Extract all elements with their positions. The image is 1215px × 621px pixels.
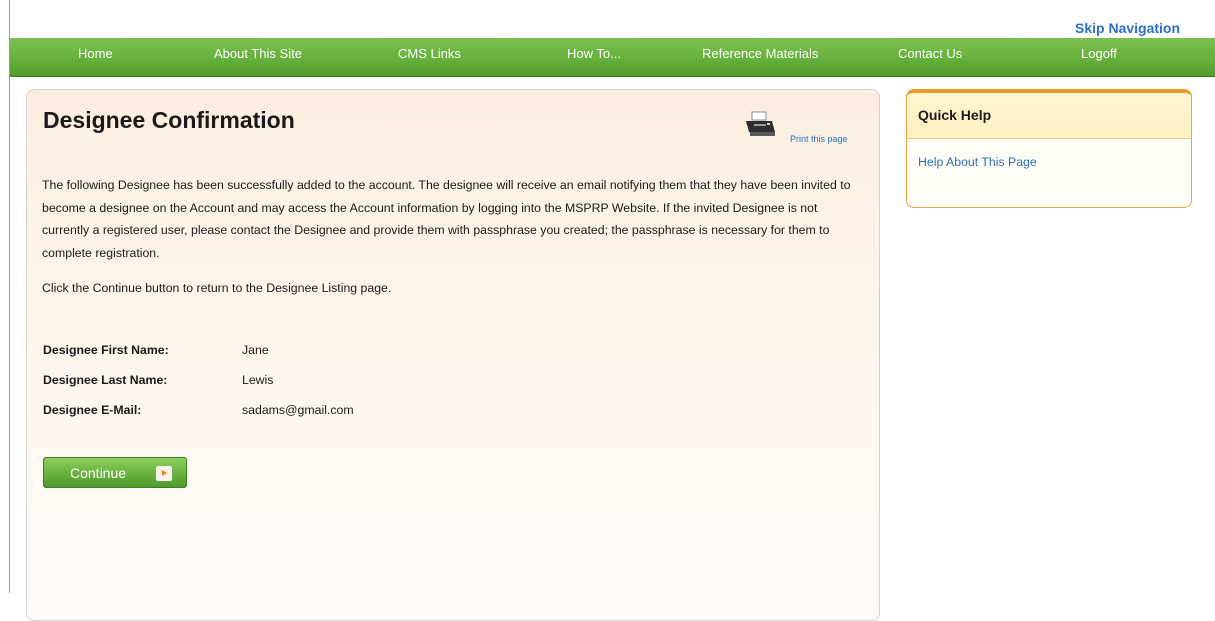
print-page-link[interactable]: Print this page bbox=[790, 134, 848, 144]
last-name-label: Designee Last Name: bbox=[43, 373, 168, 387]
email-value: sadams@gmail.com bbox=[242, 403, 354, 417]
nav-cms-links[interactable]: CMS Links bbox=[398, 46, 461, 61]
nav-reference-materials[interactable]: Reference Materials bbox=[702, 46, 818, 61]
printer-icon[interactable] bbox=[743, 110, 777, 138]
first-name-value: Jane bbox=[242, 343, 269, 357]
nav-how-to[interactable]: How To... bbox=[567, 46, 621, 61]
main-content-panel: Designee Confirmation Print this page Th… bbox=[26, 89, 880, 621]
quick-help-panel: Quick Help Help About This Page bbox=[906, 89, 1192, 208]
nav-home[interactable]: Home bbox=[78, 46, 113, 61]
quick-help-header: Quick Help bbox=[907, 93, 1191, 139]
nav-about-this-site[interactable]: About This Site bbox=[214, 46, 302, 61]
last-name-value: Lewis bbox=[242, 373, 274, 387]
top-navigation-bar: Home About This Site CMS Links How To...… bbox=[10, 38, 1215, 77]
first-name-label: Designee First Name: bbox=[43, 343, 169, 357]
help-about-this-page-link[interactable]: Help About This Page bbox=[918, 155, 1037, 169]
page-left-border bbox=[9, 0, 10, 593]
continue-instruction: Click the Continue button to return to t… bbox=[42, 281, 392, 295]
continue-button-label: Continue bbox=[70, 465, 127, 481]
nav-contact-us[interactable]: Contact Us bbox=[898, 46, 962, 61]
continue-button[interactable]: Continue bbox=[43, 457, 187, 488]
quick-help-title: Quick Help bbox=[918, 107, 992, 123]
page-title: Designee Confirmation bbox=[43, 107, 295, 133]
nav-logoff[interactable]: Logoff bbox=[1081, 46, 1117, 61]
skip-navigation-link[interactable]: Skip Navigation bbox=[1075, 20, 1215, 36]
arrow-right-icon bbox=[156, 466, 172, 481]
email-label: Designee E-Mail: bbox=[43, 403, 142, 417]
confirmation-message: The following Designee has been successf… bbox=[42, 178, 851, 260]
